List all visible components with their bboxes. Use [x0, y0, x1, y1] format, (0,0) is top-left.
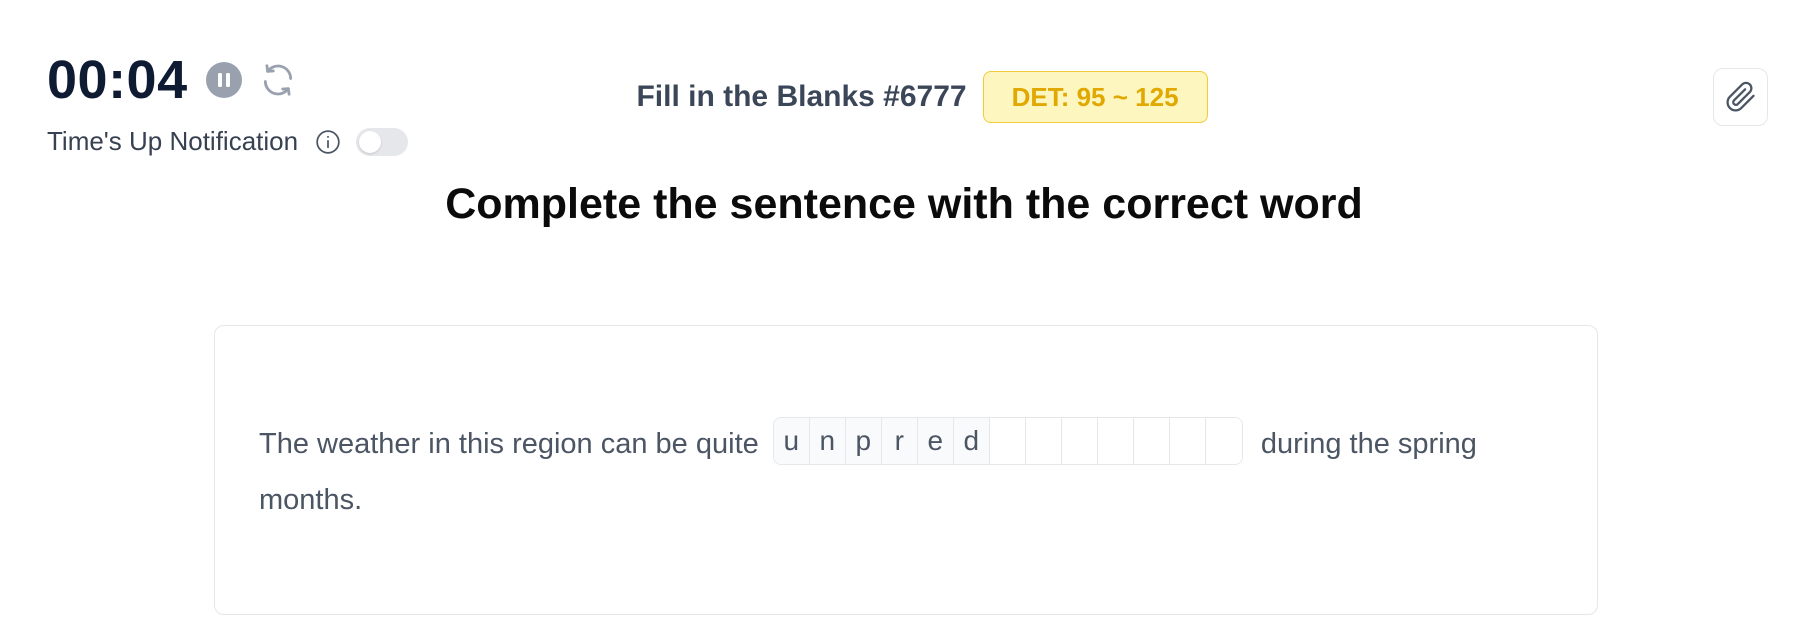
sentence-before: The weather in this region can be quite: [259, 428, 759, 460]
attach-button[interactable]: [1713, 68, 1768, 126]
question-title: Fill in the Blanks #6777: [636, 80, 967, 113]
question-card: The weather in this region can be quite …: [214, 325, 1598, 615]
letter-cell[interactable]: u: [773, 418, 810, 465]
letter-cell[interactable]: r: [881, 418, 918, 465]
notification-label: Time's Up Notification: [47, 126, 299, 156]
sentence: The weather in this region can be quite …: [259, 416, 1559, 528]
letter-cell[interactable]: p: [845, 418, 882, 465]
difficulty-badge: DET: 95 ~ 125: [982, 71, 1208, 123]
letter-cell[interactable]: e: [917, 418, 954, 465]
letter-cell[interactable]: [1025, 418, 1062, 465]
instruction-heading: Complete the sentence with the correct w…: [445, 180, 1363, 228]
letter-cell[interactable]: [1061, 418, 1098, 465]
letter-cell[interactable]: [1205, 418, 1242, 465]
paperclip-icon: [1725, 81, 1755, 112]
notification-toggle[interactable]: [356, 127, 409, 156]
toggle-knob: [359, 130, 382, 153]
letter-cell[interactable]: [1169, 418, 1206, 465]
question-header: Fill in the Blanks #6777 DET: 95 ~ 125: [0, 71, 1808, 123]
letter-cell[interactable]: [989, 418, 1026, 465]
letter-cell[interactable]: [1133, 418, 1170, 465]
letter-blanks[interactable]: unpred: [772, 417, 1243, 466]
info-icon[interactable]: [314, 128, 342, 156]
letter-cell[interactable]: [1097, 418, 1134, 465]
notification-row: Time's Up Notification: [47, 126, 409, 157]
letter-cell[interactable]: n: [809, 418, 846, 465]
letter-cell[interactable]: d: [953, 418, 990, 465]
